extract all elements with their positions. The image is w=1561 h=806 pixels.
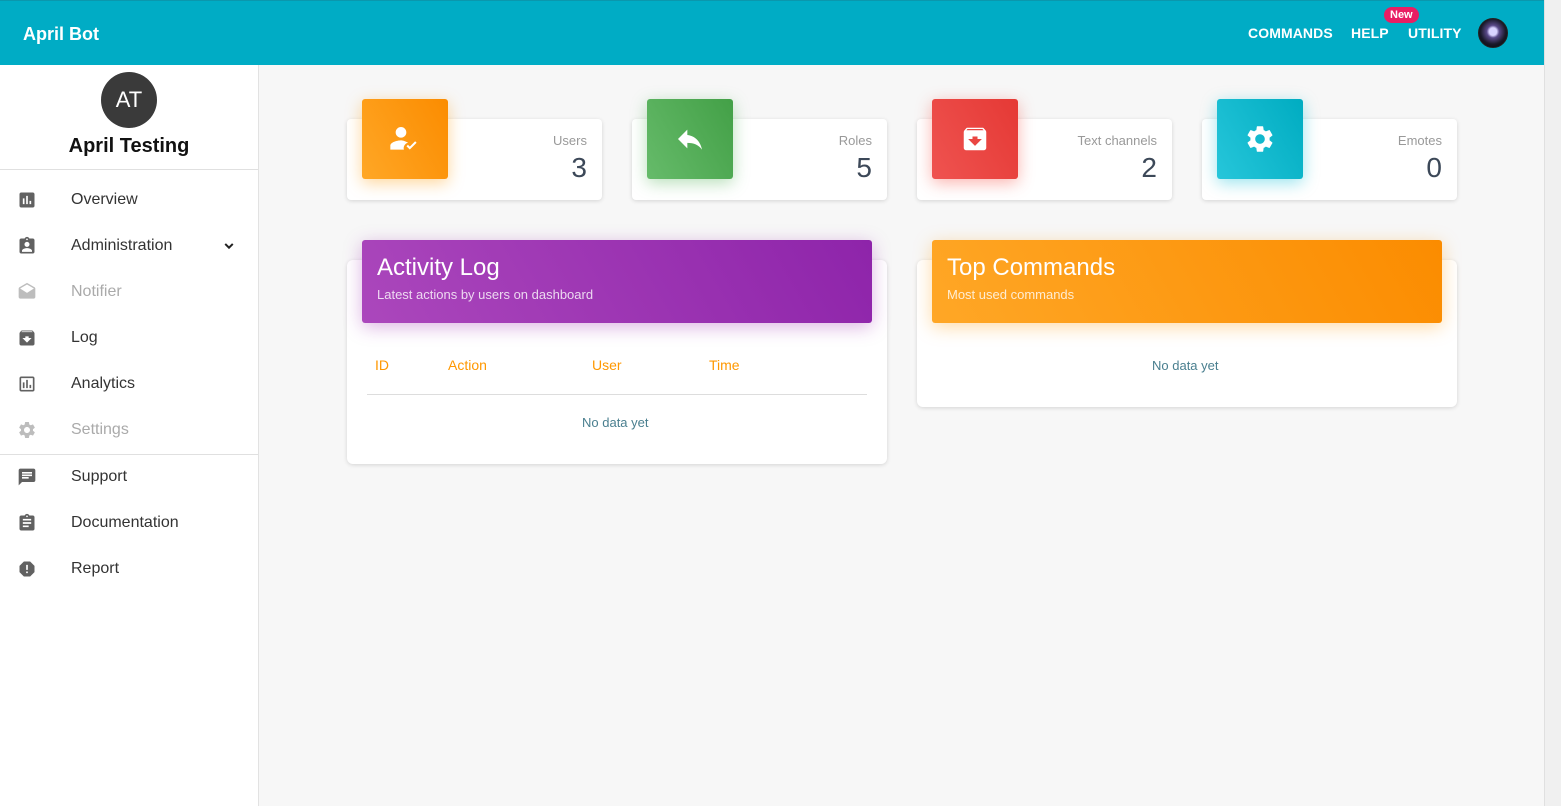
stat-value: 3 [571,152,587,183]
brand-title[interactable]: April Bot [23,24,99,45]
chart-icon [19,192,35,208]
column-header-user: User [592,357,622,373]
emotes-icon-box [1217,99,1303,179]
sidebar-item-label: Documentation [71,514,179,531]
column-header-id: ID [375,357,389,373]
gear-icon [1247,126,1273,152]
activity-log-header: Activity Log Latest actions by users on … [362,240,872,323]
stat-label: Emotes [1397,133,1442,148]
chat-icon [18,468,36,486]
sidebar: AT April Testing Overview Administration… [0,65,259,806]
document-icon [19,513,35,531]
sidebar-item-administration[interactable]: Administration [0,226,258,266]
archive-icon [19,330,35,346]
stat-label: Text channels [1077,133,1158,148]
users-icon-box [362,99,448,179]
analytics-icon [19,376,35,392]
sidebar-item-label: Notifier [71,283,122,300]
sidebar-divider [0,169,258,170]
top-commands-title: Top Commands [947,254,1116,281]
sidebar-item-analytics[interactable]: Analytics [0,364,258,404]
stat-value: 2 [1141,152,1157,183]
nav-utility[interactable]: UTILITY [1408,25,1462,41]
top-app-bar: April Bot COMMANDS HELP New UTILITY [0,0,1544,65]
stat-label: Users [553,133,587,148]
sidebar-item-label: Settings [71,421,129,438]
reply-icon [678,129,702,150]
archive-icon [963,127,987,151]
gear-icon [19,422,35,438]
activity-log-title: Activity Log [377,254,500,281]
user-check-icon [390,127,417,150]
stat-value: 5 [856,152,872,183]
user-avatar[interactable] [1478,18,1508,48]
sidebar-item-documentation[interactable]: Documentation [0,503,258,543]
sidebar-item-settings[interactable]: Settings [0,410,258,450]
top-commands-subtitle: Most used commands [947,287,1075,302]
sidebar-item-label: Overview [71,191,138,208]
activity-log-subtitle: Latest actions by users on dashboard [377,287,594,302]
stat-value: 0 [1426,152,1442,183]
sidebar-item-label: Administration [71,237,173,254]
sidebar-item-log[interactable]: Log [0,318,258,358]
roles-icon-box [647,99,733,179]
envelope-icon [18,282,36,299]
sidebar-item-support[interactable]: Support [0,457,258,497]
server-name: April Testing [68,135,190,157]
table-divider [367,394,867,395]
activity-log-empty: No data yet [582,415,649,430]
new-badge: New [1384,7,1419,23]
sidebar-item-label: Support [71,468,128,485]
sidebar-item-notifier[interactable]: Notifier [0,272,258,312]
clipboard-user-icon [19,236,35,254]
chevron-down-icon[interactable] [221,238,237,254]
column-header-time: Time [709,357,740,373]
text-channels-icon-box [932,99,1018,179]
top-commands-header: Top Commands Most used commands [932,240,1442,323]
sidebar-item-overview[interactable]: Overview [0,180,258,220]
sidebar-item-report[interactable]: Report [0,549,258,589]
sidebar-item-label: Analytics [71,375,136,392]
stat-label: Roles [838,133,872,148]
sidebar-item-label: Report [71,560,120,577]
alert-icon [19,561,35,577]
sidebar-item-label: Log [71,329,98,346]
top-commands-empty: No data yet [1152,358,1219,373]
nav-help[interactable]: HELP [1351,25,1389,41]
vertical-scrollbar[interactable] [1544,0,1561,806]
column-header-action: Action [448,357,487,373]
server-avatar[interactable]: AT [101,72,157,128]
sidebar-divider [0,454,258,455]
nav-commands[interactable]: COMMANDS [1248,25,1333,41]
